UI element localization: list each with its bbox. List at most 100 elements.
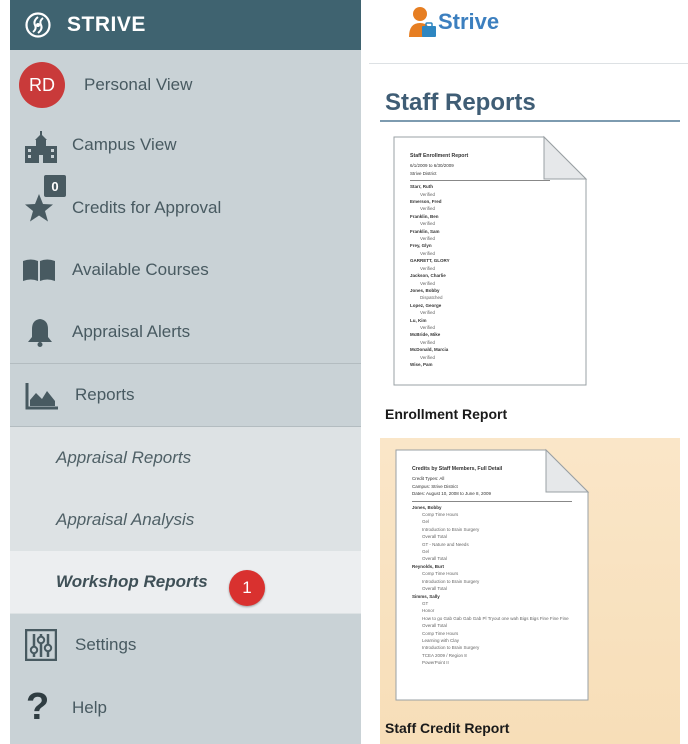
brand-title: STRIVE bbox=[67, 13, 146, 36]
sidebar-item-credits-for-approval[interactable]: 0 Credits for Approval bbox=[10, 175, 361, 239]
thumbnail-text-line: GT bbox=[422, 600, 429, 606]
callout-badge-1: 1 bbox=[229, 570, 265, 606]
thumbnail-text-line: Dispatched bbox=[420, 295, 443, 301]
strive-person-logo-icon bbox=[409, 7, 436, 37]
submenu-item-label: Workshop Reports bbox=[56, 572, 208, 591]
credits-count-badge: 0 bbox=[44, 175, 66, 197]
thumbnail-text-line: 6/1/2009 to 6/30/2009 bbox=[410, 163, 454, 169]
sidebar-item-help[interactable]: ? Help bbox=[10, 677, 361, 739]
sidebar-item-label: Help bbox=[72, 698, 107, 717]
report-thumbnail-enrollment[interactable]: Staff Enrollment Report 6/1/2009 to 6/30/… bbox=[390, 133, 590, 389]
strive-logo-text: Strive bbox=[438, 9, 500, 34]
thumbnail-text-line: Comp Time Hours bbox=[422, 571, 459, 577]
submenu-item-label: Appraisal Reports bbox=[56, 448, 192, 467]
thumbnail-text-line: Overall Total bbox=[422, 534, 447, 540]
thumbnail-text-line: Jones, Bobby bbox=[412, 504, 442, 510]
sidebar-item-label: Settings bbox=[75, 635, 137, 654]
thumbnail-text-line: Jones, Bobby bbox=[410, 287, 440, 293]
submenu-item-workshop-reports[interactable]: Workshop Reports bbox=[10, 551, 361, 613]
thumbnail-text-line: Introduction to Brain Surgery bbox=[422, 645, 480, 651]
thumbnail-text-line: Introduction to Brain Surgery bbox=[422, 578, 480, 584]
thumbnail-rule bbox=[412, 500, 572, 502]
page-title: Staff Reports bbox=[385, 89, 536, 116]
thumbnail-text-line: Verified bbox=[420, 250, 436, 256]
thumbnail-text-line: Staff Enrollment Report bbox=[410, 153, 469, 159]
thumbnail-text-line: Campus: Strive District bbox=[412, 483, 458, 489]
thumbnail-text-line: Learning with Clay bbox=[422, 637, 460, 643]
thumbnail-text-line: Lu, Kim bbox=[410, 317, 427, 323]
sidebar-item-settings[interactable]: Settings bbox=[10, 614, 361, 676]
thumbnail-text-line: Overall Total bbox=[422, 556, 447, 562]
thumbnail-text-line: GARRETT, GLORY bbox=[410, 258, 450, 264]
thumbnail-text-line: Verified bbox=[420, 280, 436, 286]
report-title-staff-credit[interactable]: Staff Credit Report bbox=[385, 720, 509, 736]
sidebar: STRIVE RD Personal View Campus View 0 Cr… bbox=[10, 0, 361, 744]
title-divider bbox=[380, 120, 680, 122]
thumbnail-text-line: Verified bbox=[420, 191, 436, 197]
thumbnail-text-line: Credits by Staff Members, Full Detail bbox=[412, 466, 503, 472]
submenu-item-appraisal-reports[interactable]: Appraisal Reports bbox=[10, 427, 361, 489]
thumbnail-rule bbox=[410, 180, 550, 182]
thumbnail-text-line: Gel bbox=[422, 549, 430, 555]
thumbnail-text-line: Overall Total bbox=[422, 586, 447, 592]
submenu-item-label: Appraisal Analysis bbox=[56, 510, 195, 529]
thumbnail-text-line: Frey, Glyn bbox=[410, 243, 432, 249]
thumbnail-text-line: GT - Nature and Needs bbox=[422, 541, 469, 547]
question-icon: ? bbox=[26, 686, 50, 728]
thumbnail-text-line: Honor bbox=[422, 608, 435, 614]
thumbnail-text-line: Credit Types: All bbox=[412, 476, 445, 482]
thumbnail-text-line: Reynolds, Burt bbox=[412, 563, 445, 569]
thumbnail-text-line: Wise, Pam bbox=[410, 361, 433, 367]
thumbnail-text-line: McDonald, Marcia bbox=[410, 347, 449, 353]
thumbnail-text-line: Introduction to Brain Surgery bbox=[422, 526, 480, 532]
thumbnail-text-line: Verified bbox=[420, 324, 436, 330]
reports-submenu: Appraisal Reports Appraisal Analysis Wor… bbox=[10, 427, 361, 614]
sidebar-item-label: Personal View bbox=[84, 75, 193, 94]
thumbnail-text-line: PowerPoint II bbox=[422, 660, 449, 666]
thumbnail-text-line: How to go Gab Gab Gab Gab Pl Tryout one … bbox=[422, 615, 569, 621]
thumbnail-text-line: Strive District bbox=[410, 170, 437, 176]
sidebar-item-campus-view[interactable]: Campus View bbox=[10, 114, 361, 176]
thumbnail-text-line: Simms, Sally bbox=[412, 593, 440, 599]
thumbnail-text-line: Verified bbox=[420, 221, 436, 227]
thumbnail-text-line: Emerson, Fred bbox=[410, 199, 442, 205]
brand-header[interactable]: STRIVE bbox=[10, 0, 361, 50]
report-thumbnail-staff-credit[interactable]: Credits by Staff Members, Full Detail Cre… bbox=[392, 446, 592, 704]
divider bbox=[369, 63, 688, 64]
thumbnail-text-line: Verified bbox=[420, 339, 436, 345]
sidebar-item-label: Reports bbox=[75, 385, 135, 404]
sliders-icon bbox=[25, 629, 57, 661]
sidebar-item-appraisal-alerts[interactable]: Appraisal Alerts bbox=[10, 301, 361, 363]
submenu-item-appraisal-analysis[interactable]: Appraisal Analysis bbox=[10, 489, 361, 551]
avatar: RD bbox=[19, 62, 65, 108]
sidebar-item-label: Campus View bbox=[72, 135, 177, 154]
thumbnail-text-line: Verified bbox=[420, 310, 436, 316]
thumbnail-text-line: Franklin, Ben bbox=[410, 213, 439, 219]
thumbnail-text-line: Comp Time Hours bbox=[422, 630, 459, 636]
thumbnail-text-line: McBride, Mike bbox=[410, 332, 441, 338]
thumbnail-text-line: Comp Time Hours bbox=[422, 512, 459, 518]
thumbnail-text-line: Verified bbox=[420, 265, 436, 271]
sidebar-item-label: Available Courses bbox=[72, 260, 209, 279]
sidebar-item-available-courses[interactable]: Available Courses bbox=[10, 239, 361, 301]
thumbnail-text-line: Verified bbox=[420, 236, 436, 242]
thumbnail-text-line: Dates: August 10, 2008 to June 8, 2009 bbox=[412, 491, 492, 497]
star-icon bbox=[25, 194, 53, 222]
thumbnail-text-line: Verified bbox=[420, 354, 436, 360]
thumbnail-text-line: Jackson, Charlie bbox=[410, 273, 446, 279]
sidebar-item-label: Appraisal Alerts bbox=[72, 322, 191, 341]
report-title-enrollment[interactable]: Enrollment Report bbox=[385, 406, 507, 422]
thumbnail-text-line: Gel bbox=[422, 519, 430, 525]
thumbnail-text-line: Overall Total bbox=[422, 623, 447, 629]
thumbnail-text-line: Verified bbox=[420, 206, 436, 212]
school-icon bbox=[25, 131, 57, 163]
sidebar-item-reports[interactable]: Reports bbox=[10, 363, 361, 427]
book-icon bbox=[23, 259, 55, 281]
thumbnail-text-line: Franklin, Sam bbox=[410, 228, 440, 234]
strive-logo-icon bbox=[25, 12, 51, 38]
thumbnail-text-line: Lopez, George bbox=[410, 302, 442, 308]
bell-icon bbox=[28, 319, 52, 347]
area-chart-icon bbox=[25, 383, 58, 410]
sidebar-item-personal-view[interactable]: RD Personal View bbox=[10, 54, 361, 116]
thumbnail-text-line: TCEA 2009 / Region 8 bbox=[422, 652, 467, 658]
